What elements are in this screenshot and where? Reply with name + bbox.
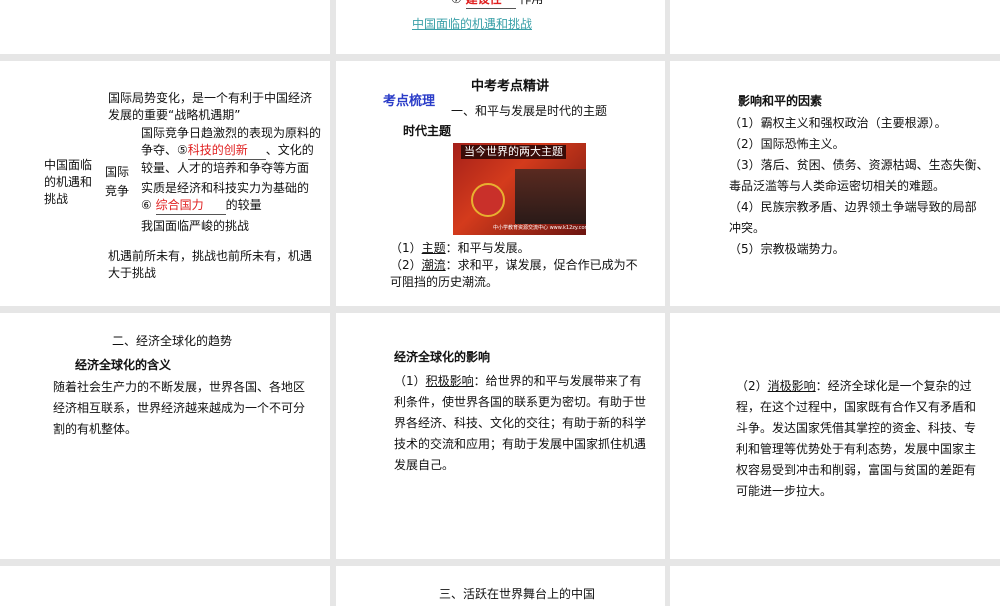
point-2: （2）潮流：求和平，谋发展，促合作已成为不 可阻挡的历史潮流。 [390, 258, 638, 289]
definition-text: 随着社会生产力的不断发展，世界各国、各地区 经济相互联系，世界经济越来越成为一个不… [53, 380, 306, 436]
slide-thumbnail[interactable]: 国际局势变化，是一个有利于中国经济 发展的重要“战略机遇期” 中国面临 的机遇和 挑战… [0, 61, 330, 306]
subheading: 时代主题 [403, 124, 452, 138]
slide-thumbnail[interactable]: 二、经济全球化的趋势 经济全球化的含义 随着社会生产力的不断发展，世界各国、各地… [0, 313, 330, 559]
outro-text: 机遇前所未有，挑战也前所未有，机遇 大于挑战 [108, 249, 313, 280]
section-heading: 一、和平与发展是时代的主题 [451, 104, 608, 118]
left-label: 中国面临 的机遇和 挑战 [44, 158, 93, 206]
slide-thumbnail[interactable] [0, 566, 330, 606]
slide-heading: 影响和平的因素 [738, 94, 823, 108]
slide-thumbnail[interactable] [670, 566, 1000, 606]
section-tag: 考点梳理 [383, 94, 436, 109]
fill-blank-line: ⑦ 建设性 作用 [451, 0, 543, 9]
slide-thumbnail[interactable]: ⑦ 建设性 作用 中国面临的机遇和挑战 [336, 0, 665, 54]
emblem-icon [471, 183, 505, 217]
text: 作用 [519, 0, 543, 6]
slide-title: 中考考点精讲 [471, 79, 550, 94]
answer-blank: 科技的创新 [187, 142, 266, 160]
circle-number: ⑦ [451, 0, 462, 6]
hyperlink[interactable]: 中国面临的机遇和挑战 [412, 16, 532, 33]
slide-thumbnail[interactable]: （2）消极影响：经济全球化是一个复杂的过 程，在这个过程中，国家既有合作又有矛盾… [670, 313, 1000, 559]
answer-blank: 建设性 [465, 0, 516, 9]
slide-thumbnail[interactable]: 经济全球化的影响 （1）积极影响：给世界的和平与发展带来了有 利条件，使世界各国… [336, 313, 665, 559]
slide-heading: 经济全球化的影响 [394, 350, 491, 364]
slide-image: 当今世界的两大主题 中小学教育资源交流中心 www.k12zy.com 提供 [453, 143, 601, 235]
essence-text: 实质是经济和科技实力为基础的 ⑥ 综合国力 的较量 [141, 180, 309, 215]
subheading: 经济全球化的含义 [75, 358, 172, 372]
slide-thumbnail[interactable]: 影响和平的因素 （1）霸权主义和强权政治（主要根源）。 （2）国际恐怖主义。 （3）… [670, 61, 1000, 306]
mid-label: 国际 竞争 [105, 165, 130, 198]
section-heading: 二、经济全球化的趋势 [112, 334, 233, 348]
section-heading: 三、活跃在世界舞台上的中国 [439, 587, 596, 601]
image-credit: 中小学教育资源交流中心 www.k12zy.com 提供 [493, 225, 601, 231]
slide-thumbnail[interactable] [670, 0, 1000, 54]
positive-impact-text: （1）积极影响：给世界的和平与发展带来了有 利条件，使世界各国的联系更为密切。有… [394, 374, 647, 472]
negative-impact-text: （2）消极影响：经济全球化是一个复杂的过 程，在这个过程中，国家既有合作又有矛盾… [736, 379, 977, 498]
slide-thumbnail[interactable] [0, 0, 330, 54]
competition-text: 国际竞争日趋激烈的表现为原料的 争夺、⑤科技的创新 、文化的 较量、人才的培养和争… [141, 126, 322, 175]
portrait-photo [515, 169, 586, 224]
factor-list: （1）霸权主义和强权政治（主要根源）。 （2）国际恐怖主义。 （3）落后、贫困、债务… [729, 116, 989, 256]
slide-thumbnail[interactable]: 中考考点精讲 考点梳理 一、和平与发展是时代的主题 时代主题 当今世界的两大主题… [336, 61, 665, 306]
answer-blank: 综合国力 [155, 197, 226, 215]
intro-text: 国际局势变化，是一个有利于中国经济 发展的重要“战略机遇期” [108, 91, 313, 122]
challenge-text: 我国面临严峻的挑战 [141, 219, 250, 233]
image-caption: 当今世界的两大主题 [461, 145, 566, 159]
point-1: （1）主题：和平与发展。 [390, 241, 530, 255]
slide-thumbnail[interactable]: 三、活跃在世界舞台上的中国 [336, 566, 665, 606]
